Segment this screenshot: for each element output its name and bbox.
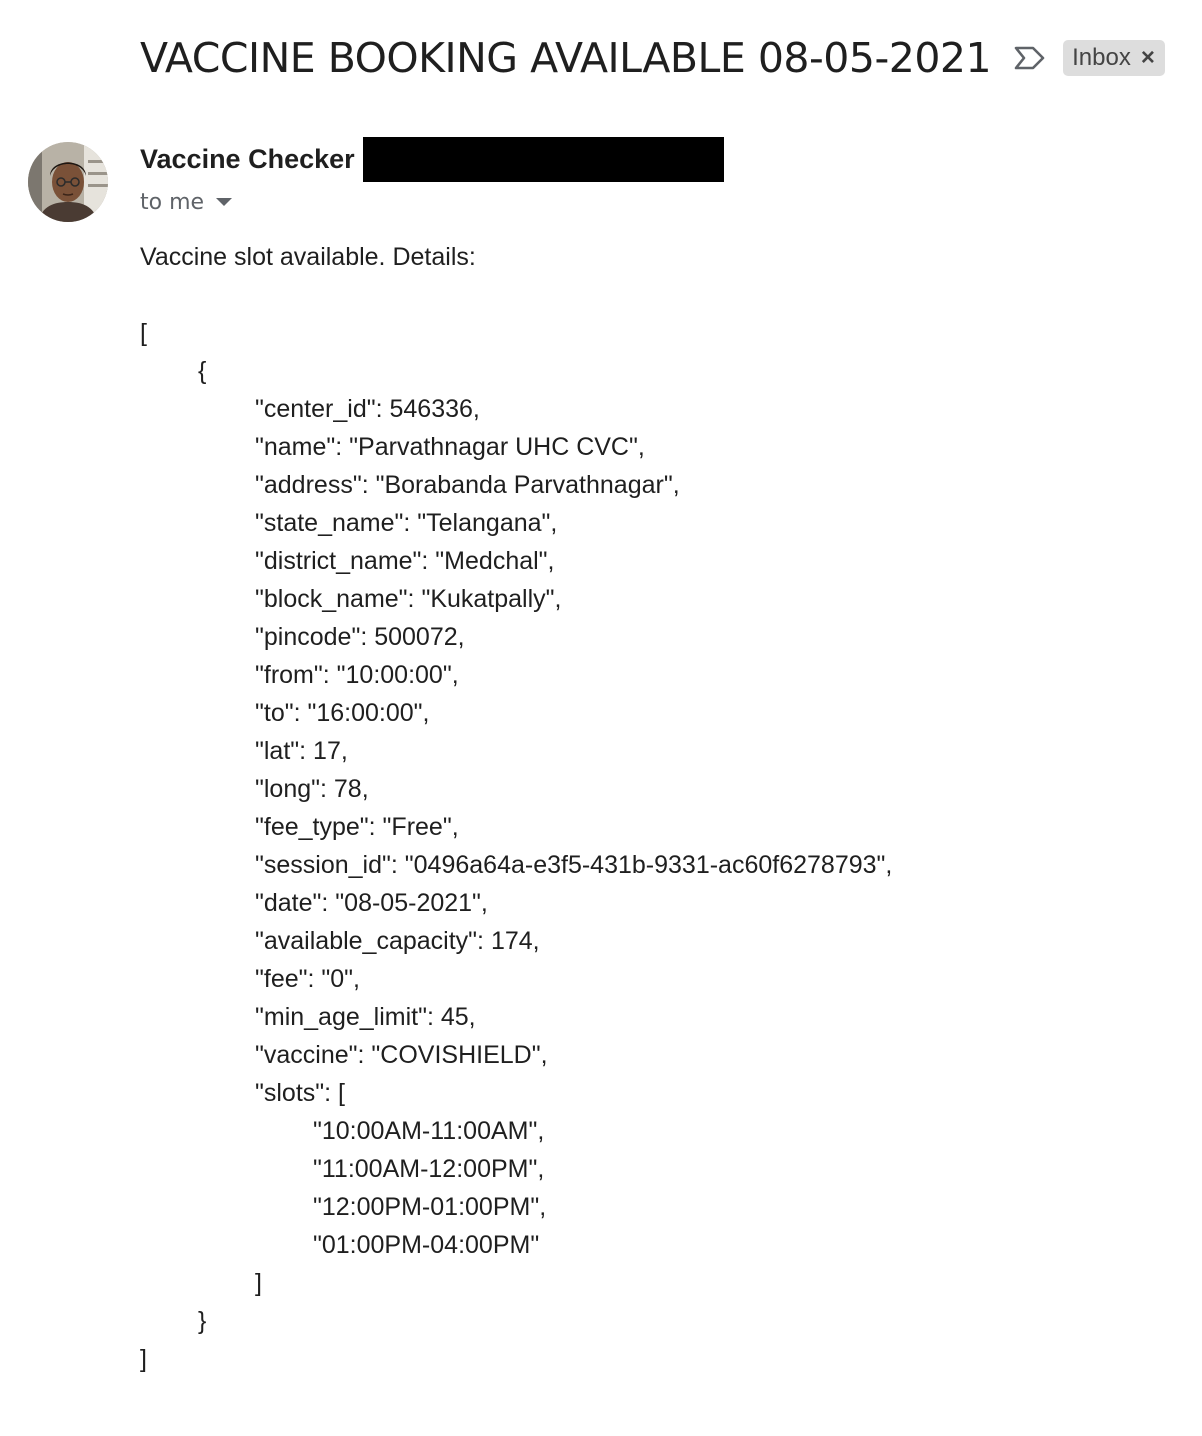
inbox-label-chip[interactable]: Inbox ×	[1063, 40, 1165, 76]
json-line: "district_name": "Medchal",	[255, 547, 555, 575]
json-line: "from": "10:00:00",	[255, 661, 459, 689]
json-line: "11:00AM-12:00PM",	[313, 1155, 545, 1183]
json-line: "available_capacity": 174,	[255, 927, 540, 955]
importance-marker-icon[interactable]	[1013, 44, 1047, 72]
avatar[interactable]	[28, 142, 108, 222]
json-line: "01:00PM-04:00PM"	[313, 1231, 540, 1259]
json-line: "center_id": 546336,	[255, 395, 480, 423]
json-line: [	[140, 319, 147, 347]
avatar-photo	[28, 142, 108, 222]
json-line: "state_name": "Telangana",	[255, 509, 558, 537]
close-icon[interactable]: ×	[1141, 46, 1155, 70]
json-line: "block_name": "Kukatpally",	[255, 585, 562, 613]
json-line: "fee": "0",	[255, 965, 360, 993]
json-line: "slots": [	[255, 1079, 345, 1107]
json-line: "to": "16:00:00",	[255, 699, 430, 727]
json-line: "name": "Parvathnagar UHC CVC",	[255, 433, 645, 461]
json-line: {	[198, 357, 207, 385]
inbox-label-text: Inbox	[1072, 44, 1131, 71]
subject-row: VACCINE BOOKING AVAILABLE 08-05-2021 Inb…	[140, 30, 1165, 86]
redacted-sender-email	[362, 136, 724, 182]
json-line: "date": "08-05-2021",	[255, 889, 488, 917]
email-subject: VACCINE BOOKING AVAILABLE 08-05-2021	[140, 34, 992, 82]
json-line: "12:00PM-01:00PM",	[313, 1193, 547, 1221]
json-line: }	[198, 1307, 207, 1335]
json-line: ]	[140, 1345, 147, 1373]
json-line: "fee_type": "Free",	[255, 813, 459, 841]
sender-row: Vaccine Checker	[140, 136, 724, 182]
sender-name[interactable]: Vaccine Checker	[140, 144, 355, 175]
json-line: "pincode": 500072,	[255, 623, 465, 651]
json-line: ]	[255, 1269, 262, 1297]
json-line: "10:00AM-11:00AM",	[313, 1117, 545, 1145]
caret-down-icon[interactable]	[216, 198, 233, 206]
json-line: "address": "Borabanda Parvathnagar",	[255, 471, 680, 499]
json-line: "session_id": "0496a64a-e3f5-431b-9331-a…	[255, 851, 893, 879]
json-line: "lat": 17,	[255, 737, 348, 765]
json-line: "long": 78,	[255, 775, 369, 803]
json-line: "min_age_limit": 45,	[255, 1003, 476, 1031]
email-intro: Vaccine slot available. Details:	[140, 243, 476, 271]
json-line: "vaccine": "COVISHIELD",	[255, 1041, 548, 1069]
email-body: Vaccine slot available. Details: [ { "ce…	[140, 238, 1180, 1378]
json-details: [ { "center_id": 546336, "name": "Parvat…	[140, 314, 1180, 1378]
recipient-label: to me	[140, 189, 205, 215]
recipient-details-toggle[interactable]: to me	[140, 186, 233, 218]
